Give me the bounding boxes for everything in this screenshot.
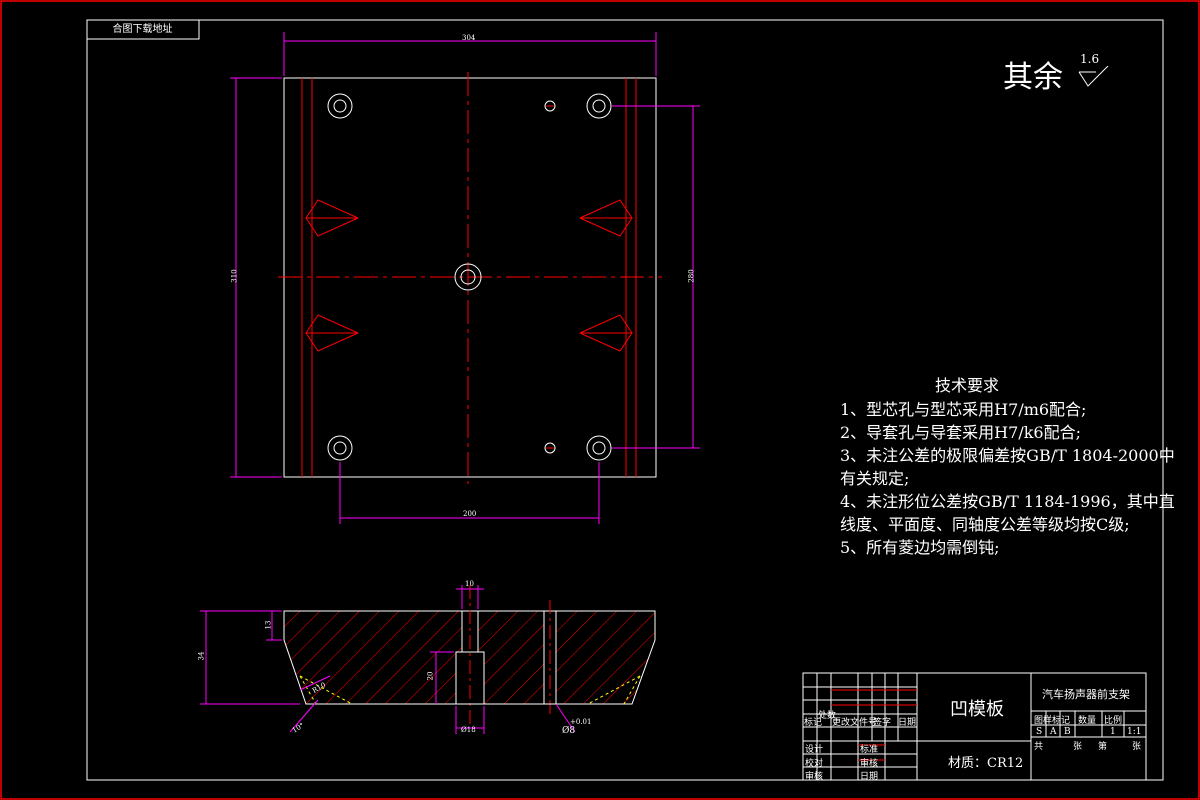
sign-row-design: 设计 <box>805 745 824 755</box>
tech-line-3b: 有关规定; <box>840 469 910 488</box>
guide-hole-br <box>586 435 612 461</box>
tech-line-1: 1、型芯孔与型芯采用H7/m6配合; <box>840 400 1087 419</box>
plan-view <box>230 32 700 524</box>
dim-top-width: 304 <box>462 34 476 42</box>
section-view <box>200 585 656 734</box>
info-header-scale: 比例 <box>1104 716 1123 726</box>
tech-requirements-title: 技术要求 <box>935 376 1000 395</box>
dim-section-thickness: 34 <box>197 651 206 661</box>
tech-line-3: 3、未注公差的极限偏差按GB/T 1804-2000中 <box>840 446 1175 465</box>
rev-header-date: 日期 <box>898 718 917 728</box>
stamp-text: 合图下载地址 <box>112 24 173 35</box>
sheet-unit-2: 张 <box>1132 742 1142 752</box>
rev-header-sign: 签字 <box>873 718 892 728</box>
roughness-label: 其余 <box>1003 60 1063 95</box>
dim-section-hole: Ø8 <box>562 726 576 736</box>
dim-section-pin: 10 <box>465 580 474 588</box>
info-value-qty: 1 <box>1110 727 1116 737</box>
project-name: 汽车扬声器前支架 <box>1042 688 1130 701</box>
info-value-scale: 1:1 <box>1127 727 1142 737</box>
sign-row-check: 校对 <box>805 759 824 769</box>
dim-section-bore-dia: Ø18 <box>461 726 476 734</box>
guide-hole-bl <box>327 435 353 461</box>
part-name: 凹模板 <box>950 699 1004 720</box>
info-header-qty: 数量 <box>1078 716 1097 726</box>
guide-hole-tr <box>586 93 612 119</box>
approve-row-date: 日期 <box>860 772 879 782</box>
tech-line-5: 5、所有菱边均需倒钝; <box>840 538 1000 557</box>
approve-row-standard: 标准 <box>860 745 879 755</box>
material: 材质：CR12 <box>948 756 1024 771</box>
pin-hole-bottom <box>544 442 556 454</box>
tech-line-2: 2、导套孔与导套采用H7/k6配合; <box>840 423 1081 442</box>
info-value-a: A <box>1050 727 1057 737</box>
dim-right-height: 280 <box>687 269 696 283</box>
dim-section-lip: 13 <box>264 620 273 630</box>
roughness-symbol <box>1078 66 1109 87</box>
pin-hole-top <box>544 100 556 112</box>
rev-header-doc: 更改文件号 <box>832 718 878 728</box>
dim-bottom-width: 200 <box>463 510 477 518</box>
sheet-total-label: 共 <box>1034 742 1044 752</box>
sheet-no-label: 第 <box>1098 742 1108 752</box>
info-value-s: S <box>1036 727 1043 737</box>
tech-line-4: 4、未注形位公差按GB/T 1184-1996，其中直 <box>840 492 1175 511</box>
sign-row-review: 审核 <box>805 772 824 782</box>
info-header-mark: 图样标记 <box>1034 716 1071 726</box>
sheet-unit-1: 张 <box>1073 742 1083 752</box>
guide-hole-tl <box>327 93 353 119</box>
dim-left-height: 310 <box>230 269 239 283</box>
dim-section-bore: 20 <box>426 671 435 681</box>
cavity-marks <box>305 199 633 352</box>
roughness-value: 1.6 <box>1080 52 1100 66</box>
approve-row-review: 审核 <box>860 759 879 769</box>
info-value-b: B <box>1064 727 1071 737</box>
tech-line-4b: 线度、平面度、同轴度公差等级均按C级; <box>840 515 1130 534</box>
dim-section-hole-tol: +0.01 <box>570 718 592 726</box>
